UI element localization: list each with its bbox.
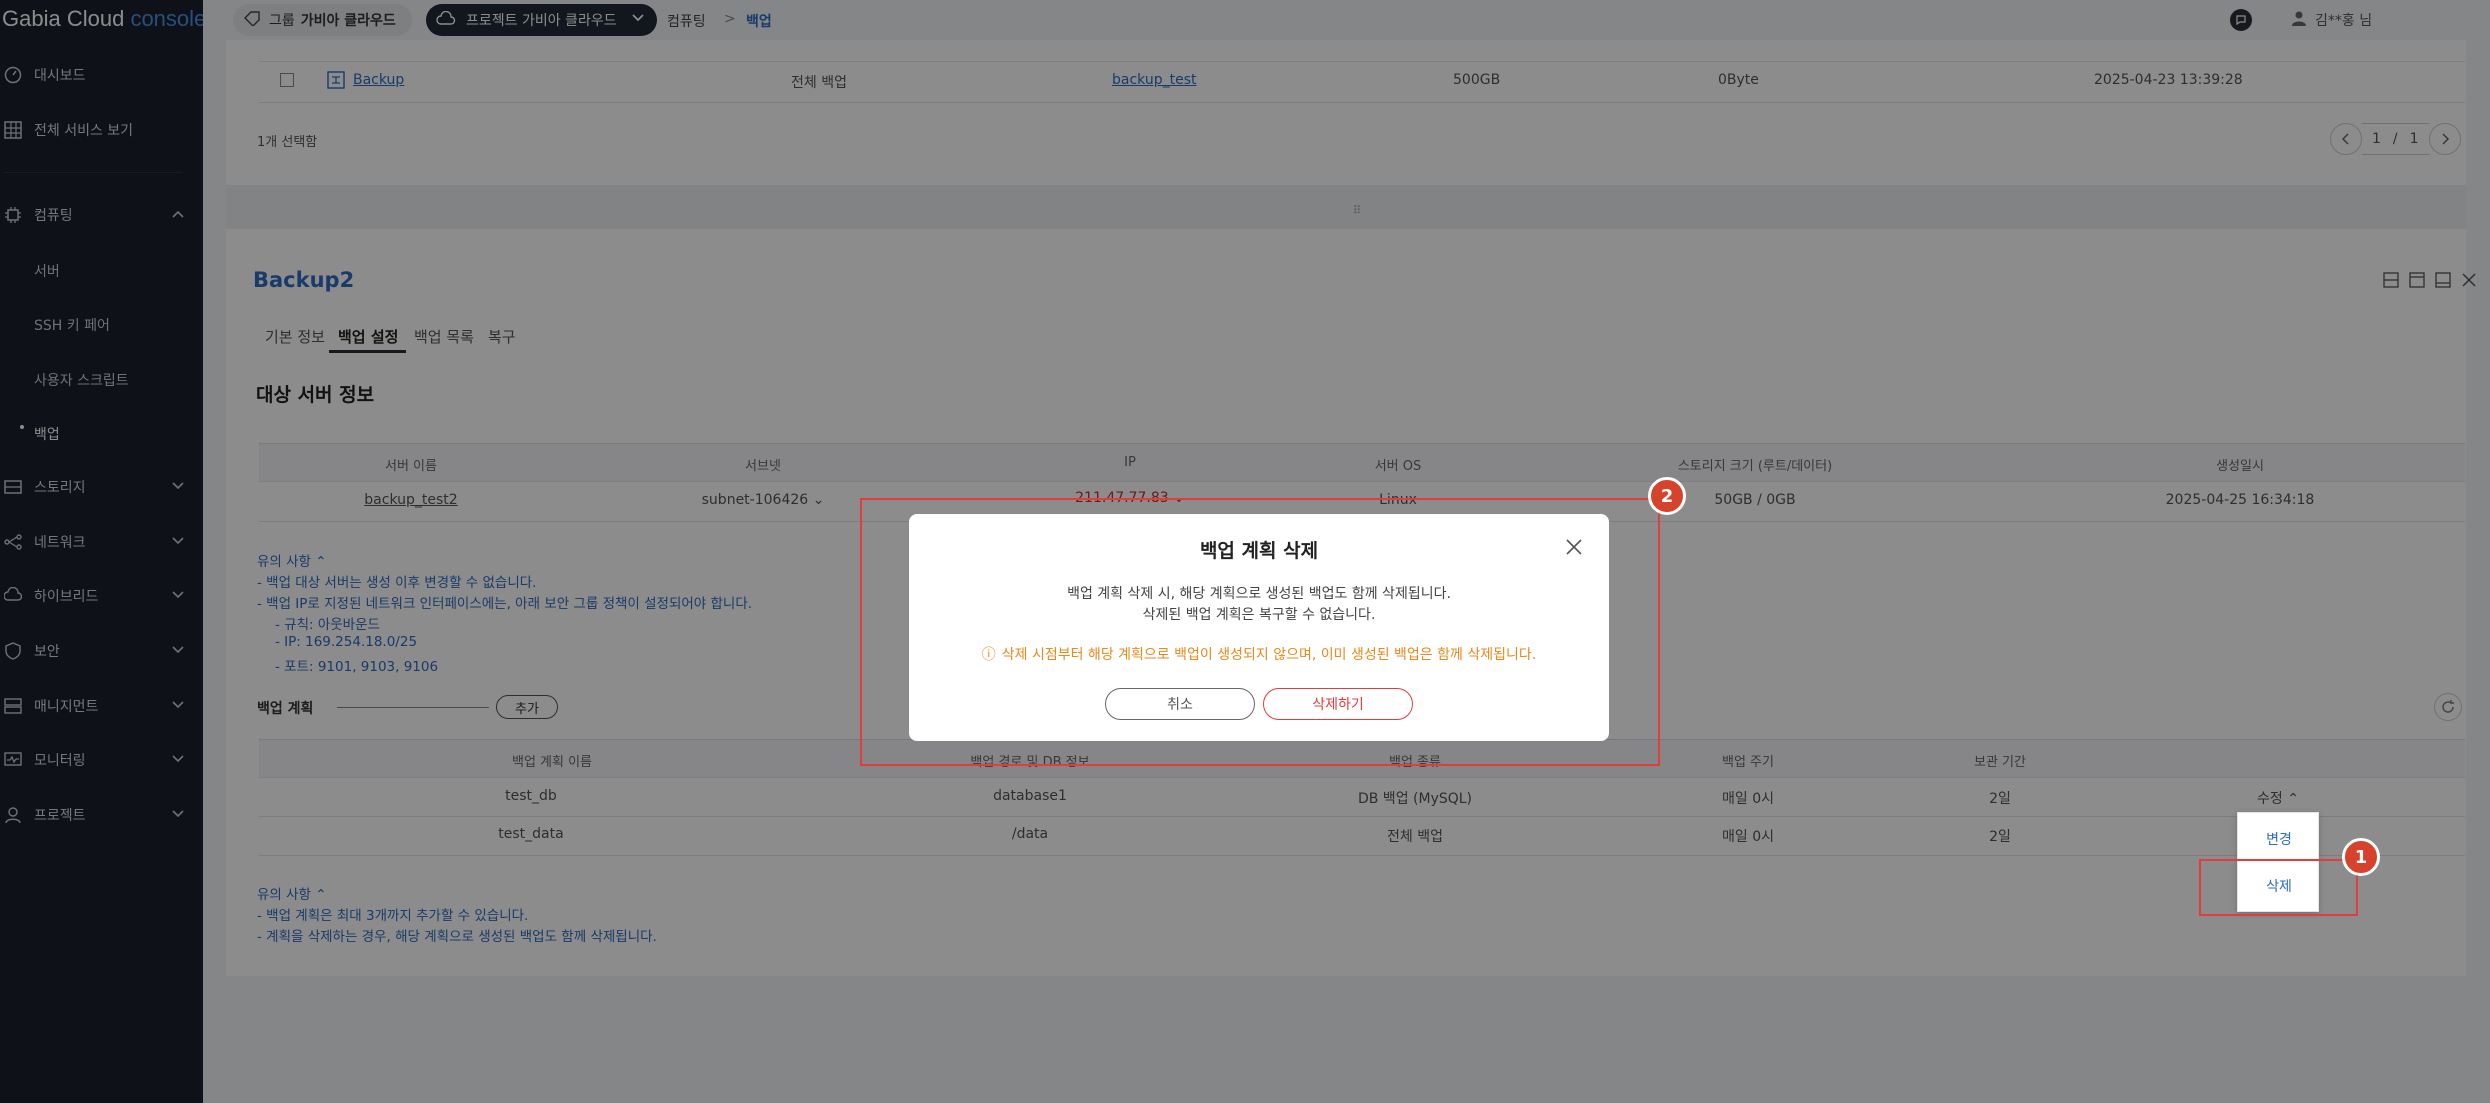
annotation-box-2 (860, 498, 1660, 766)
annotation-box-1 (2199, 859, 2358, 916)
annotation-badge-2: 2 (1648, 477, 1686, 515)
dropdown-item-change[interactable]: 변경 (2238, 829, 2320, 849)
annotation-badge-1: 1 (2342, 838, 2380, 876)
